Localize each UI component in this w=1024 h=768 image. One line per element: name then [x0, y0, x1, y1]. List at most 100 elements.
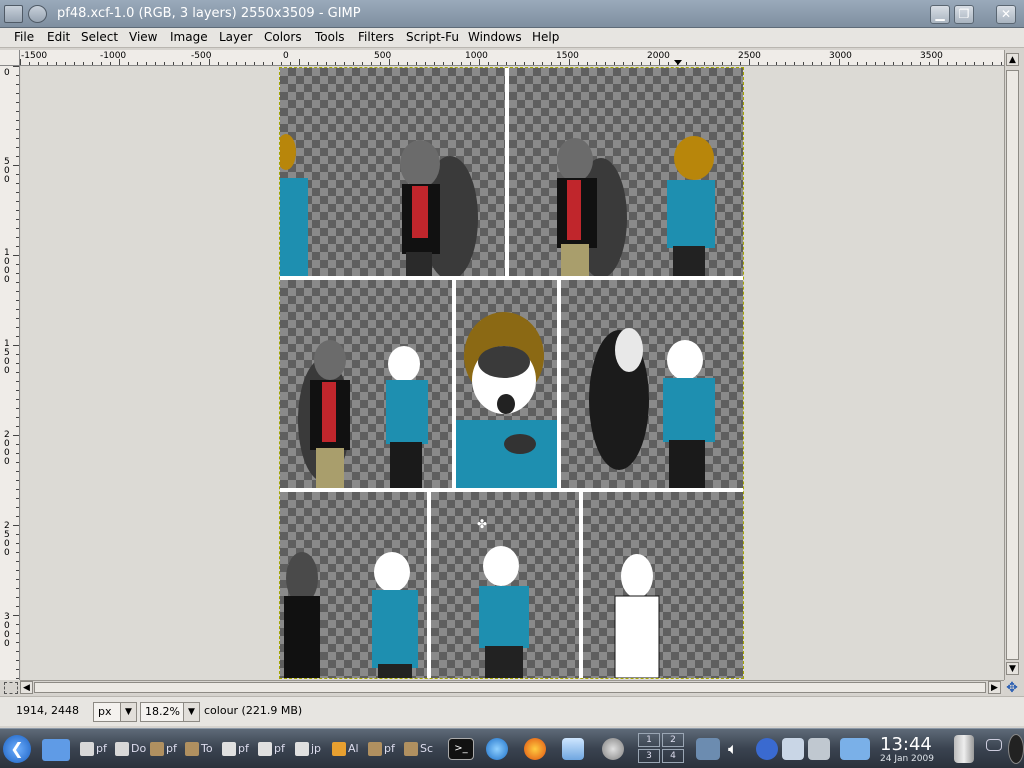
task-button[interactable]: Sc — [404, 737, 433, 761]
menu-windows[interactable]: Windows — [468, 30, 522, 44]
show-desktop-icon[interactable] — [986, 739, 1002, 751]
task-button[interactable]: pf — [222, 737, 249, 761]
task-button[interactable]: pf — [368, 737, 395, 761]
ruler-tick — [16, 408, 19, 409]
comic-panel[interactable] — [280, 280, 452, 488]
home-folder-icon[interactable] — [42, 739, 70, 761]
zoom-selector[interactable]: 18.2% ▼ — [140, 702, 200, 722]
trash-icon[interactable] — [954, 735, 974, 763]
horizontal-ruler[interactable]: -1500 -1000 -500 0 500 1000 1500 2000 25… — [20, 50, 1004, 66]
task-button[interactable]: Al — [332, 737, 359, 761]
firefox-icon[interactable] — [524, 738, 546, 760]
kde-menu-button[interactable]: ❮ — [3, 735, 31, 763]
scroll-right-button[interactable]: ▶ — [988, 681, 1001, 694]
terminal-icon[interactable]: >_ — [448, 738, 474, 760]
ruler-tick — [16, 273, 19, 274]
menu-select[interactable]: Select — [81, 30, 118, 44]
task-button[interactable]: To — [185, 737, 213, 761]
quick-mask-icon[interactable] — [4, 682, 18, 694]
ruler-tick — [16, 579, 19, 580]
network-tray-icon[interactable] — [696, 738, 720, 760]
menu-filters[interactable]: Filters — [358, 30, 394, 44]
task-button[interactable]: Do — [115, 737, 146, 761]
comic-panel[interactable] — [280, 492, 427, 678]
battery-icon[interactable] — [808, 738, 830, 760]
menu-view[interactable]: View — [129, 30, 157, 44]
ruler-tick — [776, 62, 777, 65]
horizontal-scroll-thumb[interactable] — [34, 682, 986, 693]
pager-desktop-1[interactable]: 1 — [638, 733, 660, 747]
ruler-tick — [614, 62, 615, 65]
ruler-tick — [16, 309, 19, 310]
ruler-tick — [758, 62, 759, 65]
comic-page[interactable]: ✤ — [279, 67, 744, 679]
ruler-tick — [362, 62, 363, 65]
horizontal-scrollbar[interactable]: ◀ ▶ — [20, 680, 1004, 694]
scroll-down-button[interactable]: ▼ — [1006, 662, 1019, 675]
navigate-icon[interactable]: ✥ — [1004, 680, 1020, 696]
ruler-tick — [16, 282, 19, 283]
task-button[interactable]: pf — [80, 737, 107, 761]
ruler-tick — [443, 62, 444, 65]
ruler-tick — [371, 62, 372, 65]
menu-edit[interactable]: Edit — [47, 30, 70, 44]
image-canvas[interactable]: ✤ — [21, 66, 1004, 680]
comic-panel[interactable] — [583, 492, 743, 678]
comic-panel[interactable] — [280, 68, 505, 276]
vertical-scrollbar[interactable]: ▲ ▼ — [1004, 50, 1020, 680]
browser-globe-icon[interactable] — [486, 738, 508, 760]
minimize-button[interactable]: ▁ — [930, 5, 950, 24]
vertical-ruler[interactable]: 0 500 1000 1500 2000 2500 3000 — [0, 66, 20, 680]
gimp-icon — [404, 742, 418, 756]
ruler-tick — [16, 354, 19, 355]
comic-panel[interactable]: ✤ — [431, 492, 579, 678]
ruler-tick — [830, 62, 831, 65]
menu-script-fu[interactable]: Script-Fu — [406, 30, 459, 44]
ruler-tick — [605, 62, 606, 65]
display-icon[interactable] — [840, 738, 870, 760]
panel-art-1 — [280, 134, 478, 276]
vertical-scroll-thumb[interactable] — [1006, 70, 1019, 660]
menu-file[interactable]: File — [14, 30, 34, 44]
zoom-value: 18.2% — [145, 705, 180, 718]
clock-time[interactable]: 13:44 — [880, 734, 932, 755]
chevron-down-icon[interactable]: ▼ — [183, 703, 199, 721]
disc-icon[interactable] — [602, 738, 624, 760]
close-button[interactable]: ✕ — [996, 5, 1016, 24]
scroll-left-button[interactable]: ◀ — [20, 681, 33, 694]
window-menu-icon[interactable] — [4, 5, 23, 23]
comic-panel[interactable] — [561, 280, 743, 488]
ruler-tick — [16, 300, 19, 301]
unit-selector[interactable]: px ▼ — [93, 702, 137, 722]
comic-panel[interactable] — [456, 280, 557, 488]
title-bar[interactable]: pf48.xcf-1.0 (RGB, 3 layers) 2550x3509 -… — [0, 0, 1024, 28]
menu-tools[interactable]: Tools — [315, 30, 345, 44]
volume-icon[interactable]: 🔈︎ — [728, 738, 746, 760]
hp-icon[interactable] — [756, 738, 778, 760]
ruler-tick — [16, 363, 19, 364]
lock-screen-icon[interactable] — [1008, 734, 1024, 764]
comic-panel[interactable] — [509, 68, 743, 276]
menu-help[interactable]: Help — [532, 30, 559, 44]
chevron-down-icon[interactable]: ▼ — [120, 703, 136, 721]
ruler-corner[interactable] — [0, 50, 20, 66]
pin-icon[interactable] — [28, 5, 47, 23]
task-button[interactable]: jp — [295, 737, 321, 761]
ruler-tick — [938, 59, 939, 65]
clock-date[interactable]: 24 Jan 2009 — [880, 754, 934, 764]
pager-desktop-2[interactable]: 2 — [662, 733, 684, 747]
menu-colors[interactable]: Colors — [264, 30, 302, 44]
scroll-up-button[interactable]: ▲ — [1006, 53, 1019, 66]
image-icon — [222, 742, 236, 756]
maximize-button[interactable]: ❐ — [954, 5, 974, 24]
menu-layer[interactable]: Layer — [219, 30, 252, 44]
pager-desktop-3[interactable]: 3 — [638, 749, 660, 763]
task-button[interactable]: pf — [258, 737, 285, 761]
pager-desktop-4[interactable]: 4 — [662, 749, 684, 763]
ruler-tick — [911, 62, 912, 65]
menu-image[interactable]: Image — [170, 30, 208, 44]
ruler-tick — [16, 552, 19, 553]
task-button[interactable]: pf — [150, 737, 177, 761]
network-icon[interactable] — [562, 738, 584, 760]
printer-icon[interactable] — [782, 738, 804, 760]
